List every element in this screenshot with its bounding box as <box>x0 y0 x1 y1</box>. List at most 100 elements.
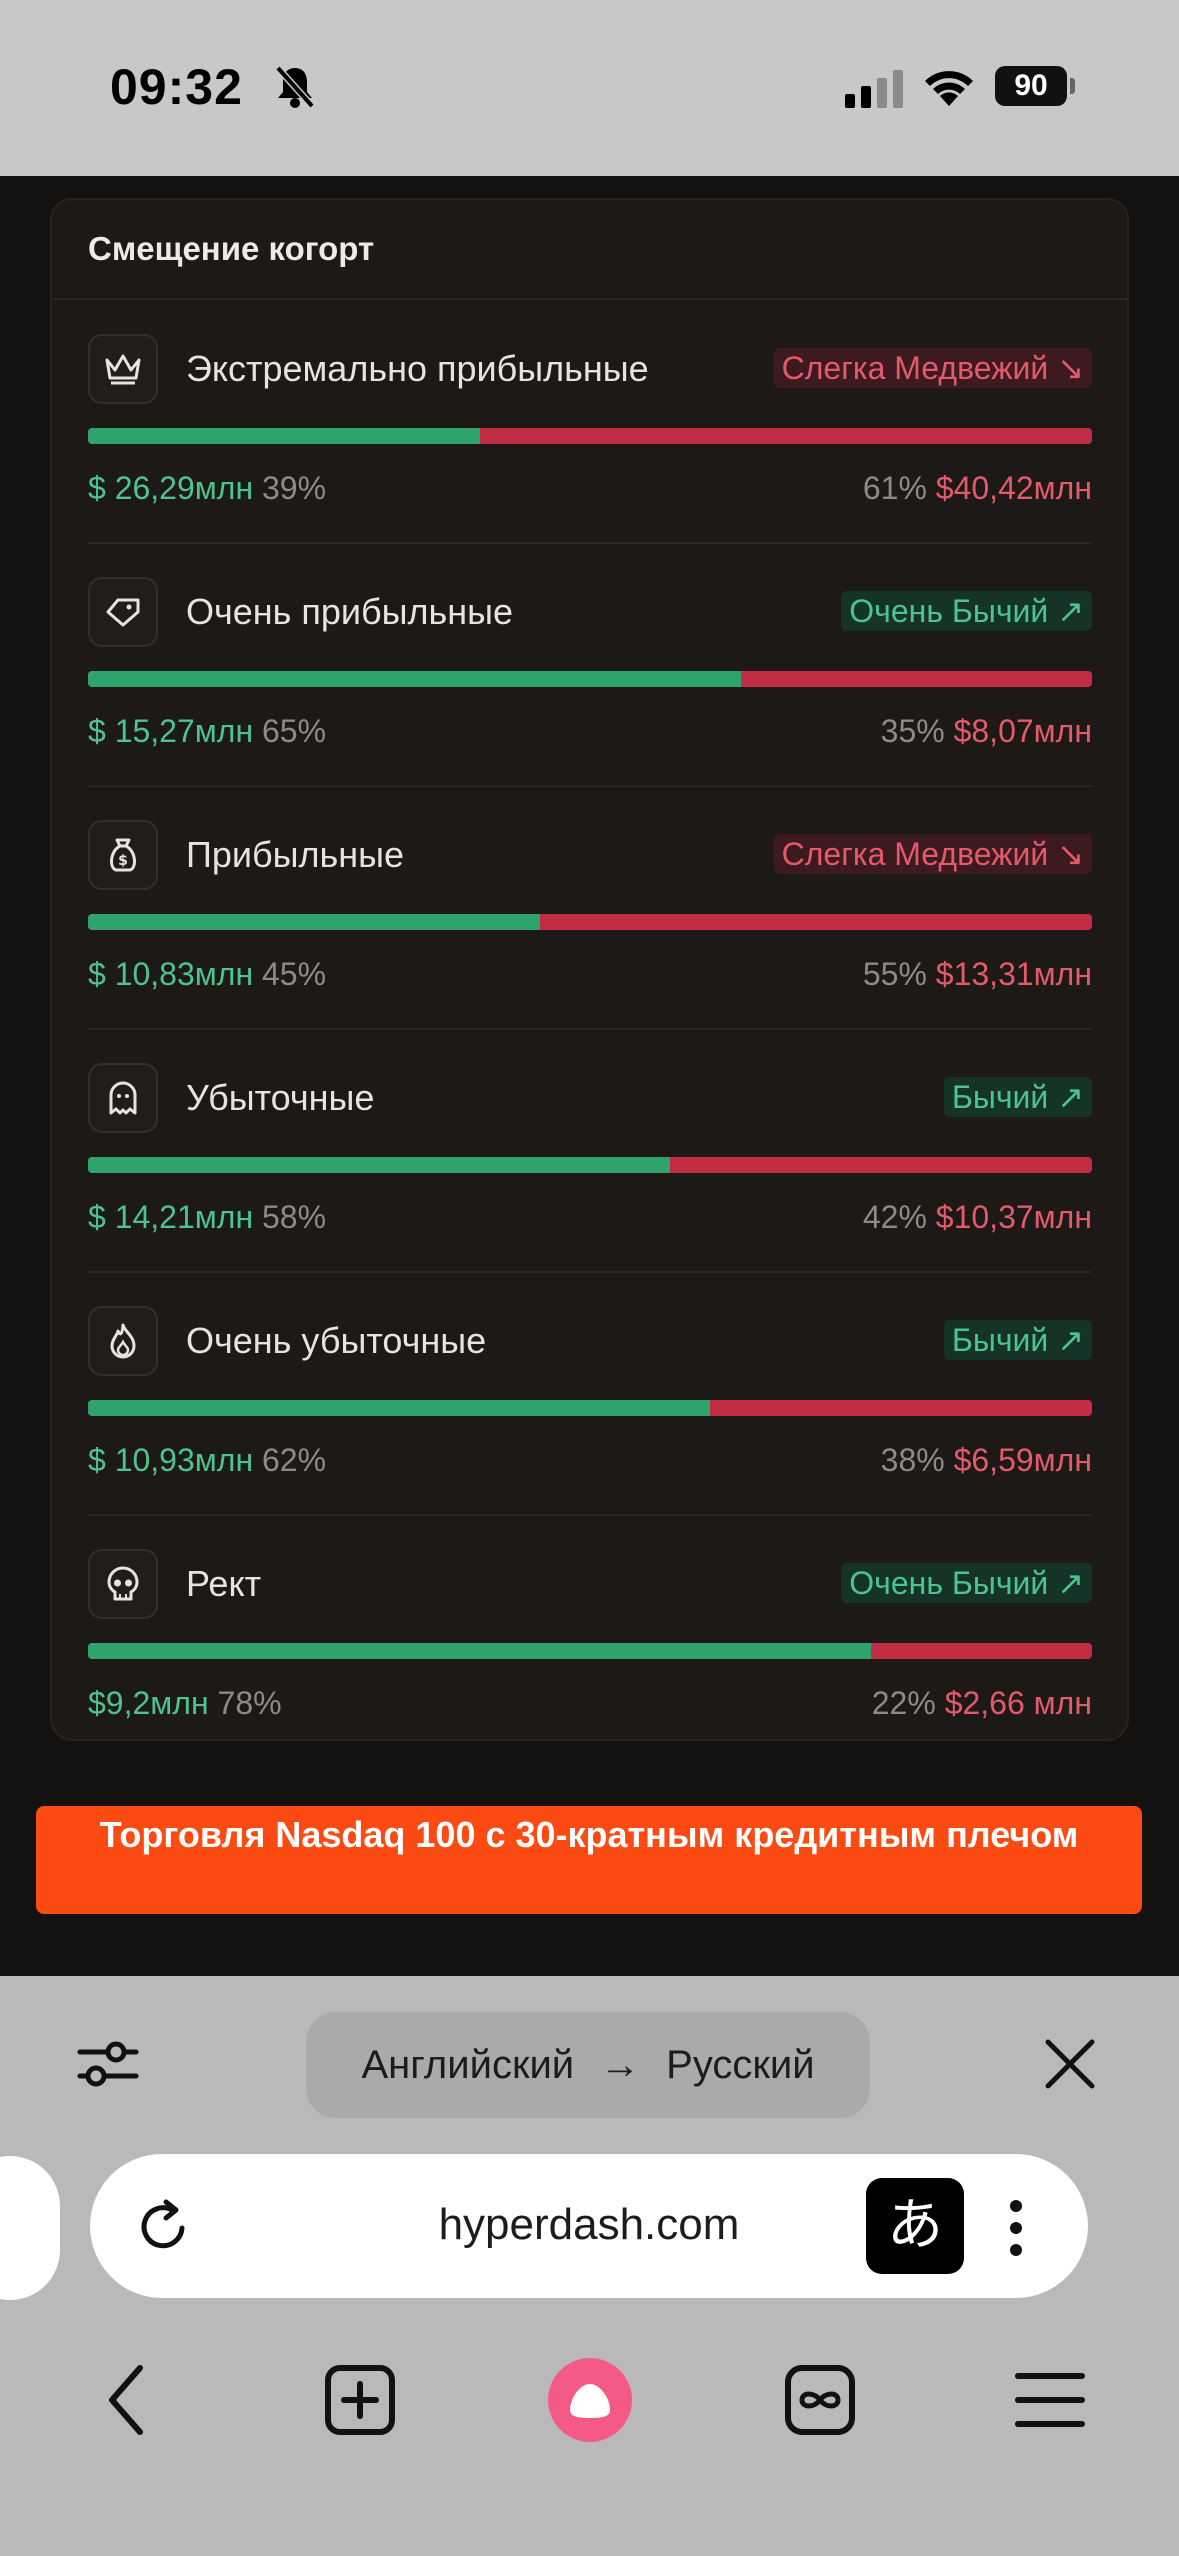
short-values: 42% $10,37млн <box>863 1199 1092 1236</box>
long-value: $ 10,83млн <box>88 956 254 992</box>
sentiment-badge: Слегка Медвежий ↘ <box>773 834 1092 874</box>
more-vertical-icon[interactable] <box>1006 2196 1026 2260</box>
long-value: $ 26,29млн <box>88 470 254 506</box>
promo-text: Торговля Nasdaq 100 с 30-кратным кредитн… <box>99 1814 1079 1855</box>
long-short-bar <box>88 1643 1092 1659</box>
long-values: $ 14,21млн 58% <box>88 1199 326 1236</box>
long-short-bar <box>88 671 1092 687</box>
infinity-square-icon <box>785 2365 855 2435</box>
sentiment-badge: Очень Бычий ↗ <box>841 1563 1092 1603</box>
cohort-name: Прибыльные <box>186 834 405 875</box>
long-fill <box>88 914 540 930</box>
short-value: $40,42млн <box>935 470 1092 506</box>
short-pct: 38% <box>880 1442 945 1478</box>
hamburger-menu-icon <box>1015 2373 1085 2427</box>
sentiment-badge: Бычий ↗ <box>943 1320 1092 1360</box>
long-pct: 58% <box>262 1199 327 1235</box>
plus-square-icon <box>325 2365 395 2435</box>
cohort-row: Очень убыточные Бычий ↗ $ 10,93млн 62% 3… <box>88 1272 1092 1516</box>
translate-button[interactable]: あ <box>866 2178 964 2274</box>
long-values: $ 15,27млн 65% <box>88 713 326 750</box>
back-button[interactable] <box>100 2358 150 2447</box>
arrow-right-icon: → <box>600 2042 641 2087</box>
short-value: $2,66 млн <box>944 1685 1092 1721</box>
long-values: $ 10,93млн 62% <box>88 1442 326 1479</box>
short-pct: 61% <box>862 470 927 506</box>
long-fill <box>88 1643 872 1659</box>
long-pct: 45% <box>262 956 327 992</box>
long-short-bar <box>88 1400 1092 1416</box>
long-fill <box>88 1157 671 1173</box>
short-values: 38% $6,59млн <box>881 1442 1092 1479</box>
cohort-card: Смещение когорт Экстремально прибыльные … <box>50 198 1129 1741</box>
cohort-row: Экстремально прибыльные Слегка Медвежий … <box>88 300 1092 544</box>
long-pct: 78% <box>217 1685 282 1721</box>
battery-level: 90 <box>995 66 1067 106</box>
svg-text:$: $ <box>118 853 128 869</box>
alice-icon <box>548 2358 632 2442</box>
chevron-left-icon <box>109 2365 143 2435</box>
previous-tab-peek[interactable] <box>0 2156 60 2300</box>
tabs-button[interactable] <box>780 2358 860 2447</box>
long-value: $ 10,93млн <box>88 1442 254 1478</box>
money-bag-icon: $ <box>88 820 158 890</box>
short-values: 22% $2,66 млн <box>872 1685 1092 1722</box>
cohort-row: Очень прибыльные Очень Бычий ↗ $ 15,27мл… <box>88 543 1092 787</box>
long-value: $ 14,21млн <box>88 1199 254 1235</box>
sentiment-badge: Слегка Медвежий ↘ <box>773 348 1092 388</box>
gem-icon <box>88 577 158 647</box>
short-value: $8,07млн <box>953 713 1092 749</box>
long-pct: 39% <box>262 470 327 506</box>
crown-icon <box>88 334 158 404</box>
address-bar[interactable]: hyperdash.com あ <box>90 2154 1088 2298</box>
short-values: 61% $40,42млн <box>863 470 1092 507</box>
sentiment-badge: Бычий ↗ <box>943 1077 1092 1117</box>
cohort-name: Рект <box>186 1563 262 1604</box>
close-icon[interactable] <box>1042 2036 1098 2092</box>
short-value: $6,59млн <box>953 1442 1092 1478</box>
short-values: 55% $13,31млн <box>863 956 1092 993</box>
long-short-bar <box>88 1157 1092 1173</box>
long-value: $9,2млн <box>88 1685 209 1721</box>
short-values: 35% $8,07млн <box>881 713 1092 750</box>
battery-icon: 90 <box>995 66 1075 106</box>
promo-banner-button[interactable]: Торговля Nasdaq 100 с 30-кратным кредитн… <box>36 1806 1142 1914</box>
long-fill <box>88 428 480 444</box>
cohort-name: Очень убыточные <box>186 1320 487 1361</box>
long-fill <box>88 1400 711 1416</box>
long-values: $ 10,83млн 45% <box>88 956 326 993</box>
flame-icon <box>88 1306 158 1376</box>
new-tab-button[interactable] <box>320 2358 400 2447</box>
short-pct: 22% <box>871 1685 936 1721</box>
long-pct: 62% <box>262 1442 327 1478</box>
short-pct: 55% <box>862 956 927 992</box>
long-values: $ 26,29млн 39% <box>88 470 326 507</box>
short-value: $13,31млн <box>935 956 1092 992</box>
wifi-icon <box>925 71 973 106</box>
cohort-name: Экстремально прибыльные <box>186 348 649 389</box>
menu-button[interactable] <box>1012 2358 1088 2447</box>
long-fill <box>88 671 741 687</box>
bottom-nav <box>0 2336 1179 2466</box>
target-language[interactable]: Русский <box>666 2043 814 2088</box>
cohort-row: $ Прибыльные Слегка Медвежий ↘ $ 10,83мл… <box>88 786 1092 1030</box>
long-short-bar <box>88 428 1092 444</box>
skull-icon <box>88 1549 158 1619</box>
long-values: $9,2млн 78% <box>88 1685 282 1722</box>
sliders-icon[interactable] <box>72 2032 144 2096</box>
short-pct: 42% <box>862 1199 927 1235</box>
card-title: Смещение когорт <box>88 230 375 267</box>
cohort-row: Рект Очень Бычий ↗ $9,2млн 78% 22% $2,66… <box>88 1515 1092 1758</box>
short-value: $10,37млн <box>935 1199 1092 1235</box>
sentiment-badge: Очень Бычий ↗ <box>841 591 1092 631</box>
long-short-bar <box>88 914 1092 930</box>
clock: 09:32 <box>110 59 243 115</box>
ghost-icon <box>88 1063 158 1133</box>
cohort-name: Очень прибыльные <box>186 591 514 632</box>
assistant-button[interactable] <box>548 2358 632 2442</box>
long-pct: 65% <box>262 713 327 749</box>
translate-language-selector[interactable]: Английский → Русский <box>306 2012 870 2118</box>
source-language[interactable]: Английский <box>361 2043 574 2088</box>
short-pct: 35% <box>880 713 945 749</box>
main-content: Смещение когорт Экстремально прибыльные … <box>0 176 1179 1976</box>
